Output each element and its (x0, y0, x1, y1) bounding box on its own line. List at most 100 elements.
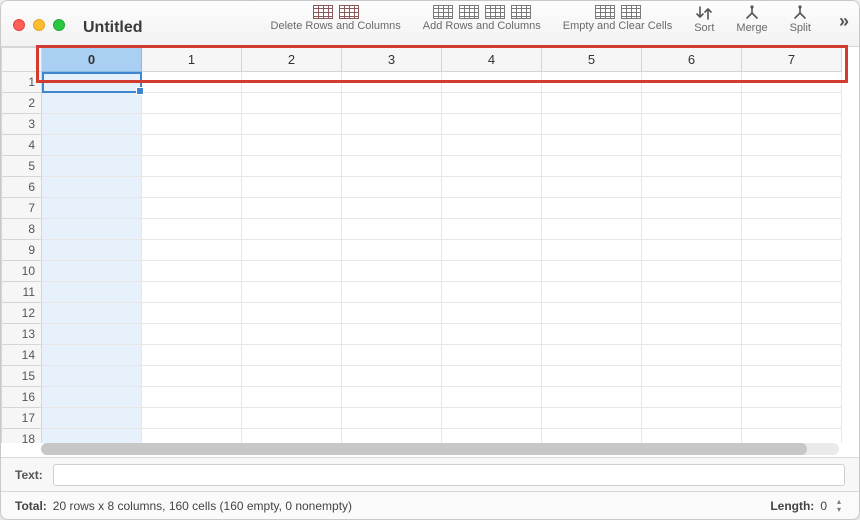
delete-columns-icon[interactable] (339, 5, 359, 19)
cell[interactable] (242, 156, 342, 177)
cell[interactable] (342, 93, 442, 114)
cell[interactable] (642, 387, 742, 408)
cell[interactable] (742, 429, 842, 444)
row-header[interactable]: 16 (2, 387, 42, 408)
cell[interactable] (642, 324, 742, 345)
cell[interactable] (642, 93, 742, 114)
cell[interactable] (542, 261, 642, 282)
cell[interactable] (142, 156, 242, 177)
cell[interactable] (542, 387, 642, 408)
add-column-left-icon[interactable] (485, 5, 505, 19)
cell[interactable] (542, 324, 642, 345)
cell[interactable] (742, 345, 842, 366)
cell[interactable] (342, 177, 442, 198)
cell[interactable] (542, 114, 642, 135)
cell[interactable] (542, 345, 642, 366)
row-header[interactable]: 6 (2, 177, 42, 198)
cell[interactable] (442, 114, 542, 135)
cell[interactable] (342, 408, 442, 429)
cell[interactable] (242, 345, 342, 366)
row-header[interactable]: 17 (2, 408, 42, 429)
cell[interactable] (642, 303, 742, 324)
cell[interactable] (42, 198, 142, 219)
cell[interactable] (442, 177, 542, 198)
cell[interactable] (42, 261, 142, 282)
cell[interactable] (442, 93, 542, 114)
cell[interactable] (642, 219, 742, 240)
cell[interactable] (42, 303, 142, 324)
cell-text-input[interactable] (53, 464, 845, 486)
cell[interactable] (42, 72, 142, 93)
cell[interactable] (42, 429, 142, 444)
cell[interactable] (142, 282, 242, 303)
cell[interactable] (342, 135, 442, 156)
close-window-button[interactable] (13, 19, 25, 31)
cell[interactable] (742, 240, 842, 261)
cell[interactable] (142, 261, 242, 282)
column-header[interactable]: 4 (442, 48, 542, 72)
cell[interactable] (142, 198, 242, 219)
cell[interactable] (742, 219, 842, 240)
cell[interactable] (142, 93, 242, 114)
merge-icon[interactable] (743, 5, 761, 21)
cell[interactable] (642, 429, 742, 444)
spreadsheet[interactable]: 01234567123456789101112131415161718 (1, 47, 859, 443)
cell[interactable] (442, 429, 542, 444)
clear-cells-icon[interactable] (621, 5, 641, 19)
cell[interactable] (742, 135, 842, 156)
cell[interactable] (342, 114, 442, 135)
cell[interactable] (142, 72, 242, 93)
column-header[interactable]: 6 (642, 48, 742, 72)
row-header[interactable]: 1 (2, 72, 42, 93)
cell[interactable] (342, 198, 442, 219)
cell[interactable] (742, 72, 842, 93)
add-row-below-icon[interactable] (459, 5, 479, 19)
horizontal-scrollbar[interactable] (41, 443, 839, 455)
cell[interactable] (542, 177, 642, 198)
cell[interactable] (242, 93, 342, 114)
toolbar-overflow-button[interactable]: » (839, 11, 849, 32)
cell[interactable] (42, 324, 142, 345)
row-header[interactable]: 15 (2, 366, 42, 387)
row-header[interactable]: 11 (2, 282, 42, 303)
cell[interactable] (542, 429, 642, 444)
cell[interactable] (542, 282, 642, 303)
cell[interactable] (42, 135, 142, 156)
cell[interactable] (342, 324, 442, 345)
cell[interactable] (142, 135, 242, 156)
cell[interactable] (442, 366, 542, 387)
cell[interactable] (242, 261, 342, 282)
cell[interactable] (442, 282, 542, 303)
cell[interactable] (42, 408, 142, 429)
cell[interactable] (242, 366, 342, 387)
add-row-above-icon[interactable] (433, 5, 453, 19)
cell[interactable] (742, 177, 842, 198)
cell[interactable] (542, 72, 642, 93)
cell[interactable] (542, 303, 642, 324)
cell[interactable] (42, 345, 142, 366)
cell[interactable] (442, 240, 542, 261)
cell[interactable] (542, 156, 642, 177)
column-header[interactable]: 5 (542, 48, 642, 72)
length-stepper[interactable]: ▴ ▾ (833, 498, 845, 514)
cell[interactable] (442, 408, 542, 429)
row-header[interactable]: 14 (2, 345, 42, 366)
cell[interactable] (442, 72, 542, 93)
cell[interactable] (742, 303, 842, 324)
add-column-right-icon[interactable] (511, 5, 531, 19)
cell[interactable] (342, 156, 442, 177)
cell[interactable] (642, 261, 742, 282)
cell[interactable] (642, 72, 742, 93)
cell[interactable] (742, 324, 842, 345)
cell[interactable] (242, 72, 342, 93)
cell[interactable] (742, 408, 842, 429)
cell[interactable] (342, 303, 442, 324)
cell[interactable] (542, 408, 642, 429)
cell[interactable] (442, 135, 542, 156)
column-header[interactable]: 0 (42, 48, 142, 72)
cell[interactable] (542, 366, 642, 387)
cell[interactable] (42, 282, 142, 303)
zoom-window-button[interactable] (53, 19, 65, 31)
cell[interactable] (42, 219, 142, 240)
cell[interactable] (542, 135, 642, 156)
